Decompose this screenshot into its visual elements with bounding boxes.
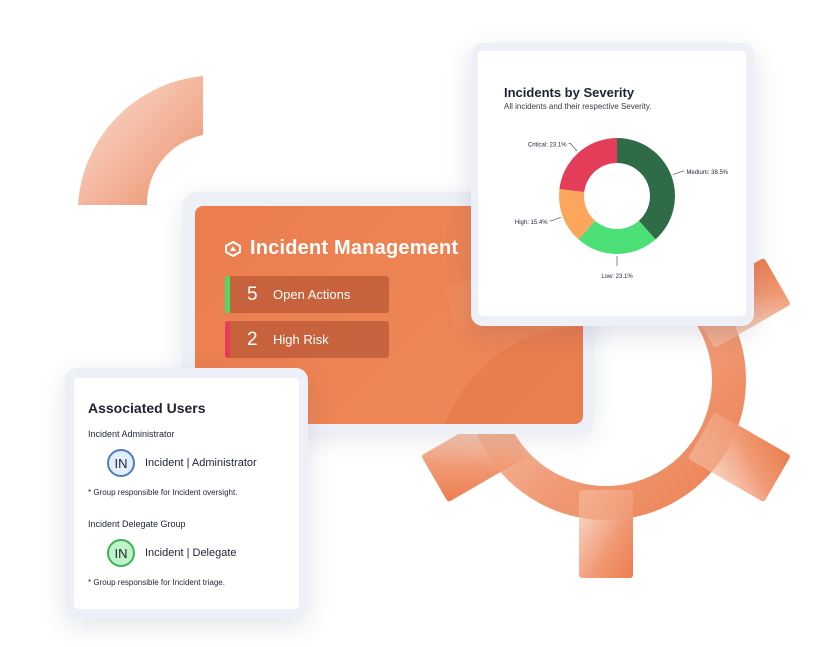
avatar: IN [107,539,135,567]
user-name-administrator: Incident | Administrator [145,457,257,469]
donut-slice-critical [559,138,617,193]
high-risk-count: 2 [247,328,258,350]
donut-slice-medium [617,138,675,240]
user-name-delegate: Incident | Delegate [145,547,237,559]
group-name-administrator: Incident Administrator [88,429,175,439]
user-row-delegate[interactable]: IN Incident | Delegate [107,539,237,567]
high-risk-accent-bar [225,321,230,358]
incident-logo-icon [225,240,241,257]
associated-users-title: Associated Users [88,400,206,416]
group-name-delegate: Incident Delegate Group [88,519,186,529]
donut-leader-line-medium [672,170,685,176]
gear-fragment-decoration [78,76,203,205]
donut-label-critical: Critical: 23.1% [528,143,567,149]
open-actions-label: Open Actions [273,287,351,302]
user-row-administrator[interactable]: IN Incident | Administrator [107,449,257,477]
associated-users-card: Associated Users Incident Administrator … [74,378,299,609]
open-actions-stat[interactable]: 5 Open Actions [225,276,389,313]
donut-leader-line-critical [568,143,578,152]
incident-card-header: Incident Management [225,237,458,260]
open-actions-accent-bar [225,276,230,313]
donut-label-low: Low: 23.1% [601,274,633,280]
severity-donut-chart: Medium: 38.5% Low: 23.1% High: 15.4% Critic… [515,138,729,280]
group-note-delegate: * Group responsible for Incident triage. [88,578,225,587]
high-risk-label: High Risk [273,332,329,347]
donut-label-medium: Medium: 38.5% [686,170,728,176]
donut-leader-line-high [549,216,562,222]
incidents-by-severity-card: Incidents by Severity All incidents and … [478,51,746,316]
high-risk-stat[interactable]: 2 High Risk [225,321,389,358]
group-note-administrator: * Group responsible for Incident oversig… [88,488,238,497]
open-actions-count: 5 [247,283,258,305]
avatar: IN [107,449,135,477]
incident-card-title: Incident Management [250,237,459,259]
donut-label-high: High: 15.4% [515,220,548,226]
